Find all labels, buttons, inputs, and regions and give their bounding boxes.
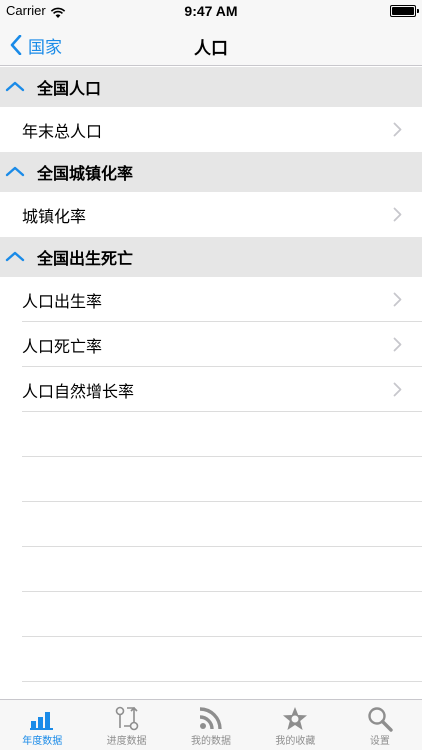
empty-row — [0, 412, 422, 457]
list-item-label: 人口出生率 — [22, 291, 103, 311]
section-title: 全国出生死亡 — [37, 249, 134, 268]
chevron-right-icon — [393, 122, 402, 137]
section-title: 全国人口 — [37, 79, 102, 98]
clock: 9:47 AM — [184, 3, 238, 19]
empty-row — [0, 457, 422, 502]
tab-label: 我的数据 — [191, 736, 232, 747]
battery-icon — [390, 5, 419, 17]
tab-progress-data[interactable]: 进度数据 — [84, 700, 168, 750]
tab-bar: 年度数据 进度数据 我的数据 我的收藏 设置 — [0, 699, 422, 750]
chevron-right-icon — [393, 382, 402, 397]
tab-label: 进度数据 — [106, 736, 147, 747]
tab-my-favorites[interactable]: 我的收藏 — [253, 700, 337, 750]
section-header-population[interactable]: 全国人口 — [0, 67, 422, 107]
tab-label: 我的收藏 — [275, 736, 316, 747]
empty-row — [0, 502, 422, 547]
section-header-urbanization[interactable]: 全国城镇化率 — [0, 152, 422, 192]
empty-row — [0, 682, 422, 699]
chevron-up-icon — [5, 166, 25, 177]
tab-annual-data[interactable]: 年度数据 — [0, 700, 84, 750]
page-title: 人口 — [194, 39, 228, 59]
indicator-list: 全国人口 年末总人口 全国城镇化率 城镇化率 全国出生死亡 人口出生率 人口死亡… — [0, 67, 422, 699]
list-item-urbanization-rate[interactable]: 城镇化率 — [0, 192, 422, 237]
list-item-label: 城镇化率 — [22, 206, 87, 226]
status-bar: Carrier 9:47 AM — [0, 0, 422, 24]
tab-settings[interactable]: 设置 — [338, 700, 422, 750]
list-item-label: 人口死亡率 — [22, 336, 103, 356]
bar-chart-icon — [30, 712, 54, 730]
search-icon — [368, 707, 393, 732]
list-item-year-end-population[interactable]: 年末总人口 — [0, 107, 422, 152]
list-item-death-rate[interactable]: 人口死亡率 — [0, 322, 422, 367]
empty-row — [0, 547, 422, 592]
list-item-label: 人口自然增长率 — [22, 381, 135, 401]
star-icon — [283, 707, 308, 730]
chevron-up-icon — [5, 251, 25, 262]
chevron-right-icon — [393, 292, 402, 307]
empty-row — [0, 637, 422, 682]
tab-my-data[interactable]: 我的数据 — [169, 700, 253, 750]
section-header-birth-death[interactable]: 全国出生死亡 — [0, 237, 422, 277]
list-item-label: 年末总人口 — [22, 121, 103, 141]
chevron-right-icon — [393, 207, 402, 222]
list-item-natural-growth-rate[interactable]: 人口自然增长率 — [0, 367, 422, 412]
chevron-right-icon — [393, 337, 402, 352]
flow-icon — [115, 706, 138, 731]
tab-label: 设置 — [369, 736, 390, 747]
chevron-up-icon — [5, 81, 25, 92]
empty-row — [0, 592, 422, 637]
tab-label: 年度数据 — [22, 736, 63, 747]
list-item-birth-rate[interactable]: 人口出生率 — [0, 277, 422, 322]
rss-icon — [199, 707, 222, 730]
section-title: 全国城镇化率 — [37, 164, 134, 183]
navigation-bar: 国家 人口 — [0, 24, 422, 66]
